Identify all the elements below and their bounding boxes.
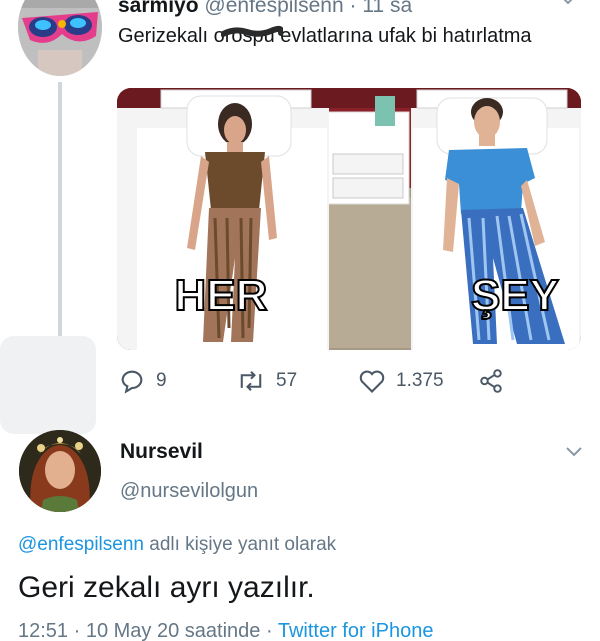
reply-to-suffix: adlı kişiye yanıt olarak: [143, 534, 337, 555]
share-icon: [480, 369, 502, 393]
tweet-image[interactable]: HER ŞEY: [117, 88, 581, 350]
reply-icon: [121, 370, 143, 394]
tweet-time[interactable]: 11 sa: [362, 0, 412, 17]
reply-to-mention[interactable]: @enfespilsenn: [18, 534, 144, 555]
author-name[interactable]: sarmiyo: [118, 0, 199, 17]
tweet-timestamp[interactable]: 12:51: [18, 620, 68, 641]
reply-author-avatar[interactable]: [19, 430, 101, 512]
meta-separator: ·: [68, 620, 86, 641]
reply-author-handle[interactable]: @nursevilolgun: [120, 480, 258, 503]
avatar-image: [18, 0, 102, 76]
meta-separator: ·: [260, 620, 278, 641]
reply-button[interactable]: 9: [118, 366, 167, 396]
retweet-count: 57: [276, 370, 298, 391]
author-avatar[interactable]: [18, 0, 102, 76]
reply-count: 9: [156, 370, 167, 391]
caption-right: ŞEY: [471, 271, 559, 320]
tweet-date[interactable]: 10 May 20 saatinde: [86, 620, 261, 641]
like-button[interactable]: 1.375: [358, 366, 444, 396]
tweet-text: Gerizekalı orospu evlatlarına ufak bi ha…: [118, 25, 532, 47]
share-button[interactable]: [478, 366, 514, 396]
chevron-down-icon[interactable]: [558, 0, 578, 8]
tweet-actions: 9 57 1.375: [118, 366, 518, 396]
chevron-down-icon[interactable]: [564, 446, 584, 460]
meme-image: HER ŞEY: [117, 88, 581, 350]
tweet-source[interactable]: Twitter for iPhone: [278, 620, 434, 641]
reply-context: @enfespilsenn adlı kişiye yanıt olarak: [18, 534, 336, 556]
time-separator: ·: [343, 0, 363, 17]
retweet-icon: [240, 371, 262, 391]
author-handle[interactable]: @enfespilsenn: [204, 0, 343, 17]
tweet-author[interactable]: sarmiyo @enfespilsenn · 11 sa: [118, 0, 412, 18]
like-count: 1.375: [396, 370, 444, 391]
highlight-overlay: [0, 336, 96, 434]
censor-scribble: [220, 24, 285, 44]
caption-left: HER: [175, 271, 268, 320]
reply-text: Geri zekalı ayrı yazılır.: [18, 571, 315, 604]
retweet-button[interactable]: 57: [236, 366, 297, 396]
reply-author-name[interactable]: Nursevil: [120, 440, 203, 464]
avatar-image: [19, 430, 101, 512]
tweet-meta: 12:51 · 10 May 20 saatinde · Twitter for…: [18, 620, 433, 641]
heart-icon: [359, 370, 385, 393]
